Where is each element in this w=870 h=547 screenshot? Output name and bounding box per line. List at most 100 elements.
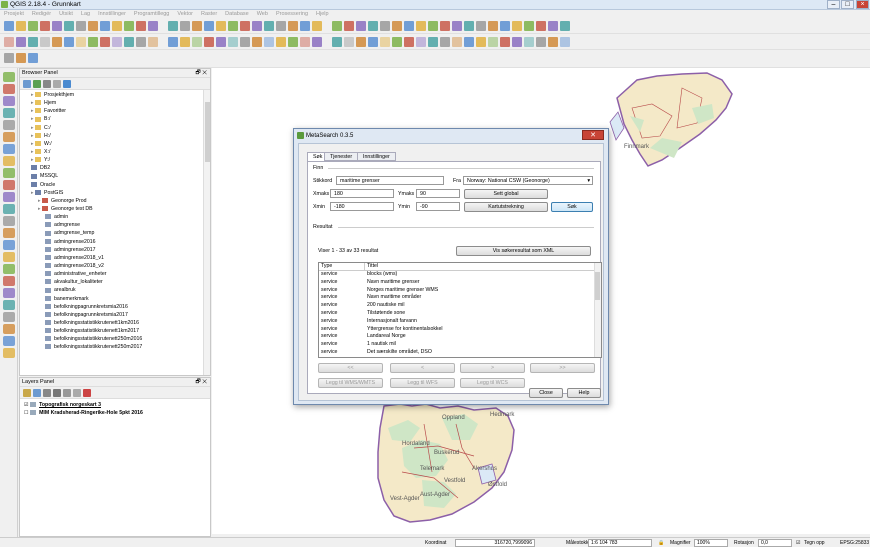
layer-tool-icon[interactable]: [3, 252, 15, 262]
toolbar-tool-icon[interactable]: [168, 21, 178, 31]
browser-item[interactable]: befolkningpagrunnkretsmia2017: [20, 311, 210, 319]
remove-layer-icon[interactable]: [83, 389, 91, 397]
toolbar-tool-icon[interactable]: [264, 21, 274, 31]
toolbar-tool-icon[interactable]: [16, 37, 26, 47]
menu-item[interactable]: Raster: [197, 10, 221, 18]
browser-item[interactable]: admingrense2018_v2: [20, 262, 210, 270]
layer-tool-icon[interactable]: [3, 96, 15, 106]
toolbar-tool-icon[interactable]: [112, 37, 122, 47]
help-button[interactable]: Help: [567, 388, 601, 398]
toolbar-tool-icon[interactable]: [548, 21, 558, 31]
toolbar-tool-icon[interactable]: [288, 21, 298, 31]
toolbar-tool-icon[interactable]: [356, 21, 366, 31]
results-scrollbar[interactable]: [594, 263, 601, 357]
toolbar-tool-icon[interactable]: [52, 21, 62, 31]
browser-item[interactable]: administrative_enheter: [20, 270, 210, 278]
keyword-input[interactable]: maritime grenser: [336, 176, 444, 185]
browser-item[interactable]: admgrense_temp: [20, 229, 210, 237]
toolbar-tool-icon[interactable]: [300, 37, 310, 47]
toolbar-tool-icon[interactable]: [4, 37, 14, 47]
set-global-button[interactable]: Sett global: [464, 189, 548, 199]
toolbar-tool-icon[interactable]: [476, 37, 486, 47]
result-row[interactable]: service Landareal Norge: [319, 333, 601, 341]
results-table[interactable]: Type Tittel service blocks (wms) service Na…: [318, 262, 602, 358]
dialog-close-button[interactable]: ✕: [582, 130, 604, 140]
browser-item[interactable]: Oracle: [20, 181, 210, 189]
previous-page-button[interactable]: <: [390, 363, 455, 373]
result-row[interactable]: service Norges maritime grenser WMS: [319, 287, 601, 295]
filter-icon[interactable]: [53, 389, 61, 397]
toolbar-tool-icon[interactable]: [240, 37, 250, 47]
rotation-field[interactable]: 0,0: [758, 539, 792, 547]
toolbar-tool-icon[interactable]: [276, 37, 286, 47]
xmax-input[interactable]: 180: [330, 189, 394, 198]
minimize-button[interactable]: –: [827, 0, 840, 9]
toolbar-tool-icon[interactable]: [404, 21, 414, 31]
toolbar-tool-icon[interactable]: [240, 21, 250, 31]
layer-tool-icon[interactable]: [3, 168, 15, 178]
toolbar-tool-icon[interactable]: [100, 37, 110, 47]
layer-tool-icon[interactable]: [3, 72, 15, 82]
coordinate-field[interactable]: 316720,7999096: [455, 539, 535, 547]
toolbar-tool-icon[interactable]: [136, 21, 146, 31]
toolbar-tool-icon[interactable]: [228, 37, 238, 47]
toolbar-tool-icon[interactable]: [512, 37, 522, 47]
collapse-all-icon[interactable]: [53, 80, 61, 88]
browser-item[interactable]: ▸ X:/: [20, 148, 210, 156]
browser-item[interactable]: MSSQL: [20, 172, 210, 180]
toolbar-tool-icon[interactable]: [4, 21, 14, 31]
toolbar-tool-icon[interactable]: [416, 21, 426, 31]
next-page-button[interactable]: >: [460, 363, 525, 373]
map-extent-button[interactable]: Kartutstrekning: [464, 202, 548, 212]
toolbar-tool-icon[interactable]: [28, 53, 38, 63]
toolbar-tool-icon[interactable]: [76, 37, 86, 47]
toolbar-tool-icon[interactable]: [100, 21, 110, 31]
toolbar-tool-icon[interactable]: [264, 37, 274, 47]
toolbar-tool-icon[interactable]: [344, 21, 354, 31]
toolbar-tool-icon[interactable]: [368, 21, 378, 31]
toolbar-tool-icon[interactable]: [392, 37, 402, 47]
maximize-button[interactable]: □: [841, 0, 854, 9]
menu-item[interactable]: Utsikt: [55, 10, 77, 18]
layer-tool-icon[interactable]: [3, 264, 15, 274]
menu-item[interactable]: Hjelp: [312, 10, 333, 18]
toolbar-tool-icon[interactable]: [40, 21, 50, 31]
toolbar-tool-icon[interactable]: [488, 21, 498, 31]
toolbar-tool-icon[interactable]: [548, 37, 558, 47]
layer-tool-icon[interactable]: [3, 276, 15, 286]
browser-item[interactable]: befolkningpagrunnkretsmia2016: [20, 303, 210, 311]
toolbar-tool-icon[interactable]: [500, 21, 510, 31]
filter-icon[interactable]: [43, 80, 51, 88]
toolbar-tool-icon[interactable]: [428, 21, 438, 31]
magnifier-field[interactable]: 100%: [694, 539, 728, 547]
scale-field[interactable]: 1:6 104 783: [588, 539, 652, 547]
layer-tool-icon[interactable]: [3, 156, 15, 166]
result-row[interactable]: service blocks (wms): [319, 271, 601, 279]
column-header-type[interactable]: Type: [321, 263, 332, 269]
toolbar-tool-icon[interactable]: [300, 21, 310, 31]
browser-item[interactable]: admingrense2017: [20, 246, 210, 254]
toolbar-tool-icon[interactable]: [124, 21, 134, 31]
menu-item[interactable]: Web: [253, 10, 272, 18]
toolbar-tool-icon[interactable]: [204, 37, 214, 47]
result-row[interactable]: service 1 nautisk mil: [319, 341, 601, 349]
toolbar-tool-icon[interactable]: [228, 21, 238, 31]
toolbar-tool-icon[interactable]: [356, 37, 366, 47]
toolbar-tool-icon[interactable]: [252, 37, 262, 47]
browser-item[interactable]: ▸ Hjem: [20, 99, 210, 107]
crs-label[interactable]: EPSG:25833: [840, 540, 869, 546]
browser-scrollbar[interactable]: [203, 90, 210, 375]
add-selected-icon[interactable]: [23, 80, 31, 88]
toolbar-tool-icon[interactable]: [416, 37, 426, 47]
toolbar-tool-icon[interactable]: [404, 37, 414, 47]
layer-tool-icon[interactable]: [3, 84, 15, 94]
result-row[interactable]: service Tilstøtende sone: [319, 310, 601, 318]
toolbar-tool-icon[interactable]: [124, 37, 134, 47]
result-row[interactable]: service Navn maritime områder: [319, 294, 601, 302]
layer-item[interactable]: ☐ MIM Kradsherad-Ringerike-Hole 5pkt 201…: [20, 409, 210, 417]
menu-item[interactable]: Database: [221, 10, 253, 18]
menu-item[interactable]: Innstillinger: [94, 10, 130, 18]
browser-item[interactable]: befolkningsstatistikkrutenett250m2016: [20, 335, 210, 343]
browser-item[interactable]: admin: [20, 213, 210, 221]
layer-tool-icon[interactable]: [3, 120, 15, 130]
